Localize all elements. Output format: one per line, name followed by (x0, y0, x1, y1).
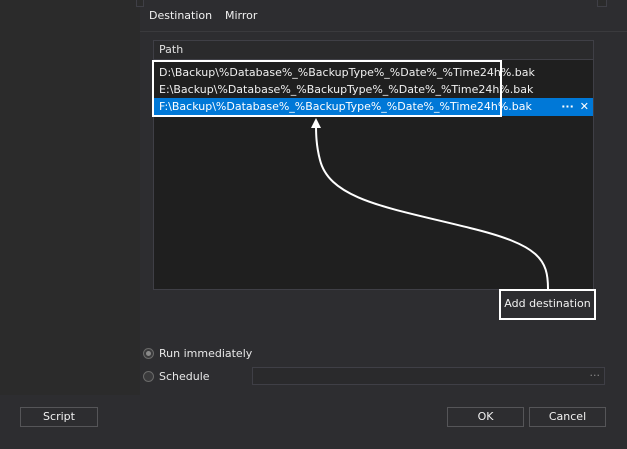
schedule-radio[interactable] (143, 371, 154, 382)
row-path: D:\Backup\%Database%_%BackupType%_%Date%… (159, 66, 535, 79)
table-row[interactable]: D:\Backup\%Database%_%BackupType%_%Date%… (154, 64, 593, 82)
row-path: E:\Backup\%Database%_%BackupType%_%Date%… (159, 83, 534, 96)
tab-destination[interactable]: Destination (149, 8, 212, 24)
ellipsis-icon[interactable]: ··· (561, 98, 574, 116)
run-immediately-radio[interactable] (143, 348, 154, 359)
row-path: F:\Backup\%Database%_%BackupType%_%Date%… (159, 100, 532, 113)
schedule-label: Schedule (159, 370, 210, 383)
top-decoration-left (136, 0, 144, 7)
schedule-field[interactable]: ··· (252, 367, 605, 385)
ok-button[interactable]: OK (447, 407, 524, 427)
left-panel (0, 0, 140, 395)
run-immediately-label: Run immediately (159, 347, 253, 360)
destination-grid[interactable]: Path D:\Backup\%Database%_%BackupType%_%… (153, 40, 594, 290)
tab-mirror[interactable]: Mirror (225, 8, 257, 24)
grid-header: Path (154, 41, 593, 60)
table-row[interactable]: E:\Backup\%Database%_%BackupType%_%Date%… (154, 81, 593, 99)
table-row-selected[interactable]: F:\Backup\%Database%_%BackupType%_%Date%… (154, 98, 593, 116)
close-icon[interactable]: ✕ (580, 98, 589, 116)
column-header-path[interactable]: Path (159, 43, 183, 56)
row-actions: ··· ✕ (561, 98, 589, 116)
add-destination-button[interactable]: Add destination (499, 289, 596, 320)
top-decoration-right (597, 0, 607, 7)
ellipsis-icon[interactable]: ··· (590, 369, 601, 382)
cancel-button[interactable]: Cancel (529, 407, 606, 427)
script-button[interactable]: Script (20, 407, 98, 427)
tab-strip-divider (140, 31, 627, 32)
